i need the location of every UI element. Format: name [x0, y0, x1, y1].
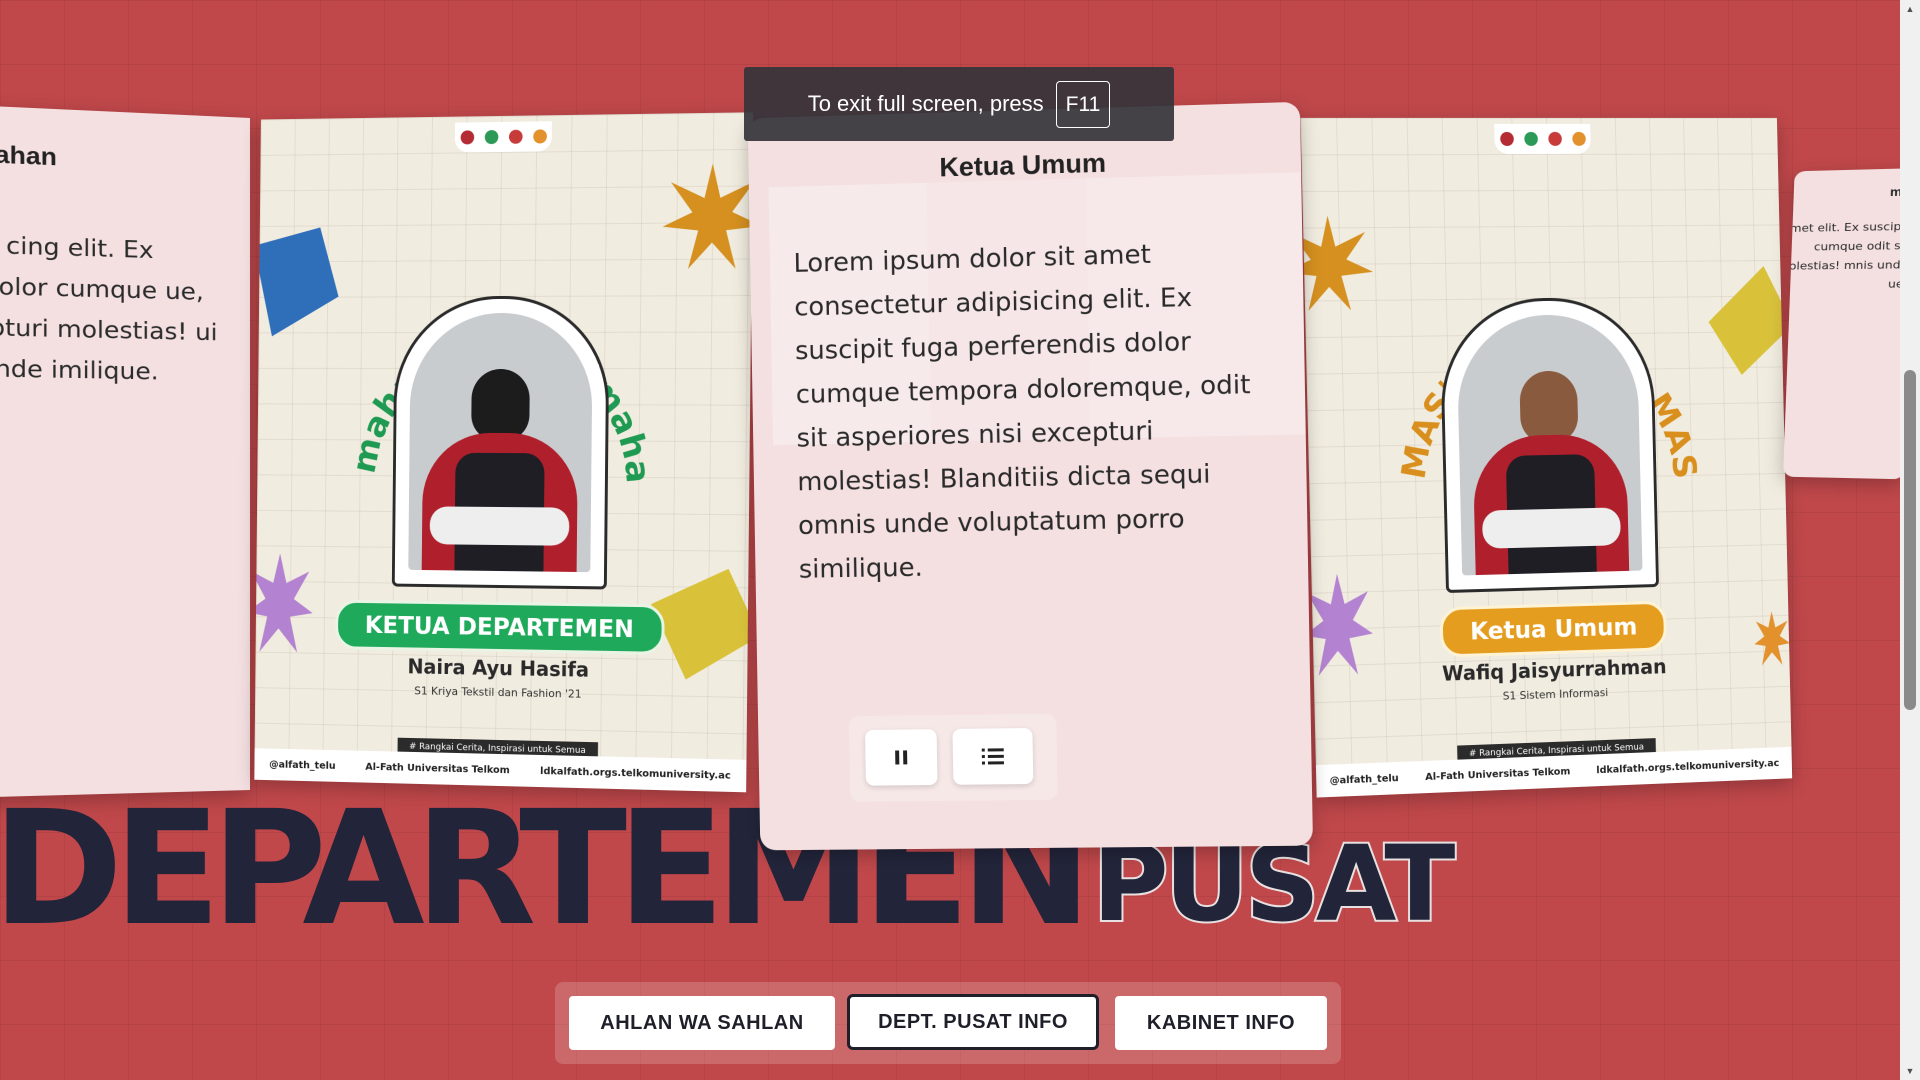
slide-title: mum [1889, 184, 1900, 200]
instagram-handle: @alfath_telu [1329, 772, 1399, 787]
carousel-stage: mahan sit amet cing elit. Ex suscipit ol… [0, 0, 1900, 1080]
scroll-down-arrow-icon[interactable]: ▼ [1900, 1062, 1920, 1080]
photo-frame [391, 295, 610, 590]
person-major: S1 Kriya Tekstil dan Fashion '21 [414, 684, 582, 701]
yellow-paper-shape [1707, 265, 1793, 376]
slide-active[interactable]: Ketua Umum Lorem ipsum dolor sit amet co… [747, 101, 1313, 851]
role-badge: Ketua Umum [1439, 600, 1668, 658]
person-face [1519, 370, 1579, 444]
list-button[interactable] [952, 727, 1034, 785]
slide-text: sit amet cing elit. Ex suscipit olor cum… [0, 229, 218, 386]
pause-icon [895, 750, 908, 765]
slide-title: mahan [0, 140, 57, 172]
person-hijab [471, 368, 530, 442]
portrait-photo [408, 312, 593, 573]
person-jacket [1472, 433, 1630, 576]
partner-logos [454, 121, 552, 153]
gold-starburst [662, 162, 754, 270]
slide-far-left[interactable]: mahan sit amet cing elit. Ex suscipit ol… [0, 103, 250, 799]
slide-poster-ketua-umum[interactable]: MAS'UL MAS'UL MAS'UL MASUL Ketua Umum Wa… [1300, 117, 1793, 798]
vertical-scrollbar[interactable]: ▲ ▼ [1900, 0, 1920, 1080]
slide-far-right[interactable]: mum amet elit. Ex suscipit cumque odit s… [1782, 168, 1900, 480]
person-jacket [421, 432, 579, 573]
toast-message: To exit full screen, press [807, 91, 1044, 116]
gold-starburst [1300, 215, 1374, 312]
dept-pusat-info-button[interactable]: DEPT. PUSAT INFO [847, 994, 1099, 1050]
list-icon [981, 748, 1004, 765]
organization-name: Al-Fath Universitas Telkom [1425, 765, 1571, 783]
scrollbar-thumb[interactable] [1904, 370, 1916, 710]
keyboard-key: F11 [1055, 80, 1111, 128]
photo-frame [1439, 296, 1659, 594]
bottom-navigation: AHLAN WA SAHLAN DEPT. PUSAT INFO KABINET… [555, 982, 1341, 1064]
role-badge: KETUA DEPARTEMEN [335, 599, 665, 655]
purple-starburst [254, 553, 314, 653]
kabinet-info-button[interactable]: KABINET INFO [1115, 996, 1327, 1050]
fullscreen-exit-toast: To exit full screen, press F11 [744, 67, 1174, 141]
website-url: ldkalfath.orgs.telkomuniversity.ac [1596, 757, 1780, 776]
slide-text: Lorem ipsum dolor sit amet consectetur a… [793, 239, 1251, 585]
portrait-photo [1456, 313, 1643, 576]
partner-logos [1494, 123, 1591, 155]
slide-poster-ketua-departemen[interactable]: mahan Kemuslimahan Kemusl KETUA DEPARTEM… [254, 112, 754, 793]
blue-paper-shape [254, 227, 340, 337]
pause-button[interactable] [864, 729, 938, 786]
scroll-up-arrow-icon[interactable]: ▲ [1900, 0, 1920, 18]
heading-sub: PUSAT [1090, 823, 1457, 945]
instagram-handle: @alfath_telu [269, 758, 336, 772]
organization-name: Al-Fath Universitas Telkom [365, 761, 510, 776]
slide-text: amet elit. Ex suscipit cumque odit sit m… [1782, 219, 1900, 291]
carousel-controls [848, 713, 1058, 802]
ahlan-wa-sahlan-button[interactable]: AHLAN WA SAHLAN [569, 996, 835, 1050]
